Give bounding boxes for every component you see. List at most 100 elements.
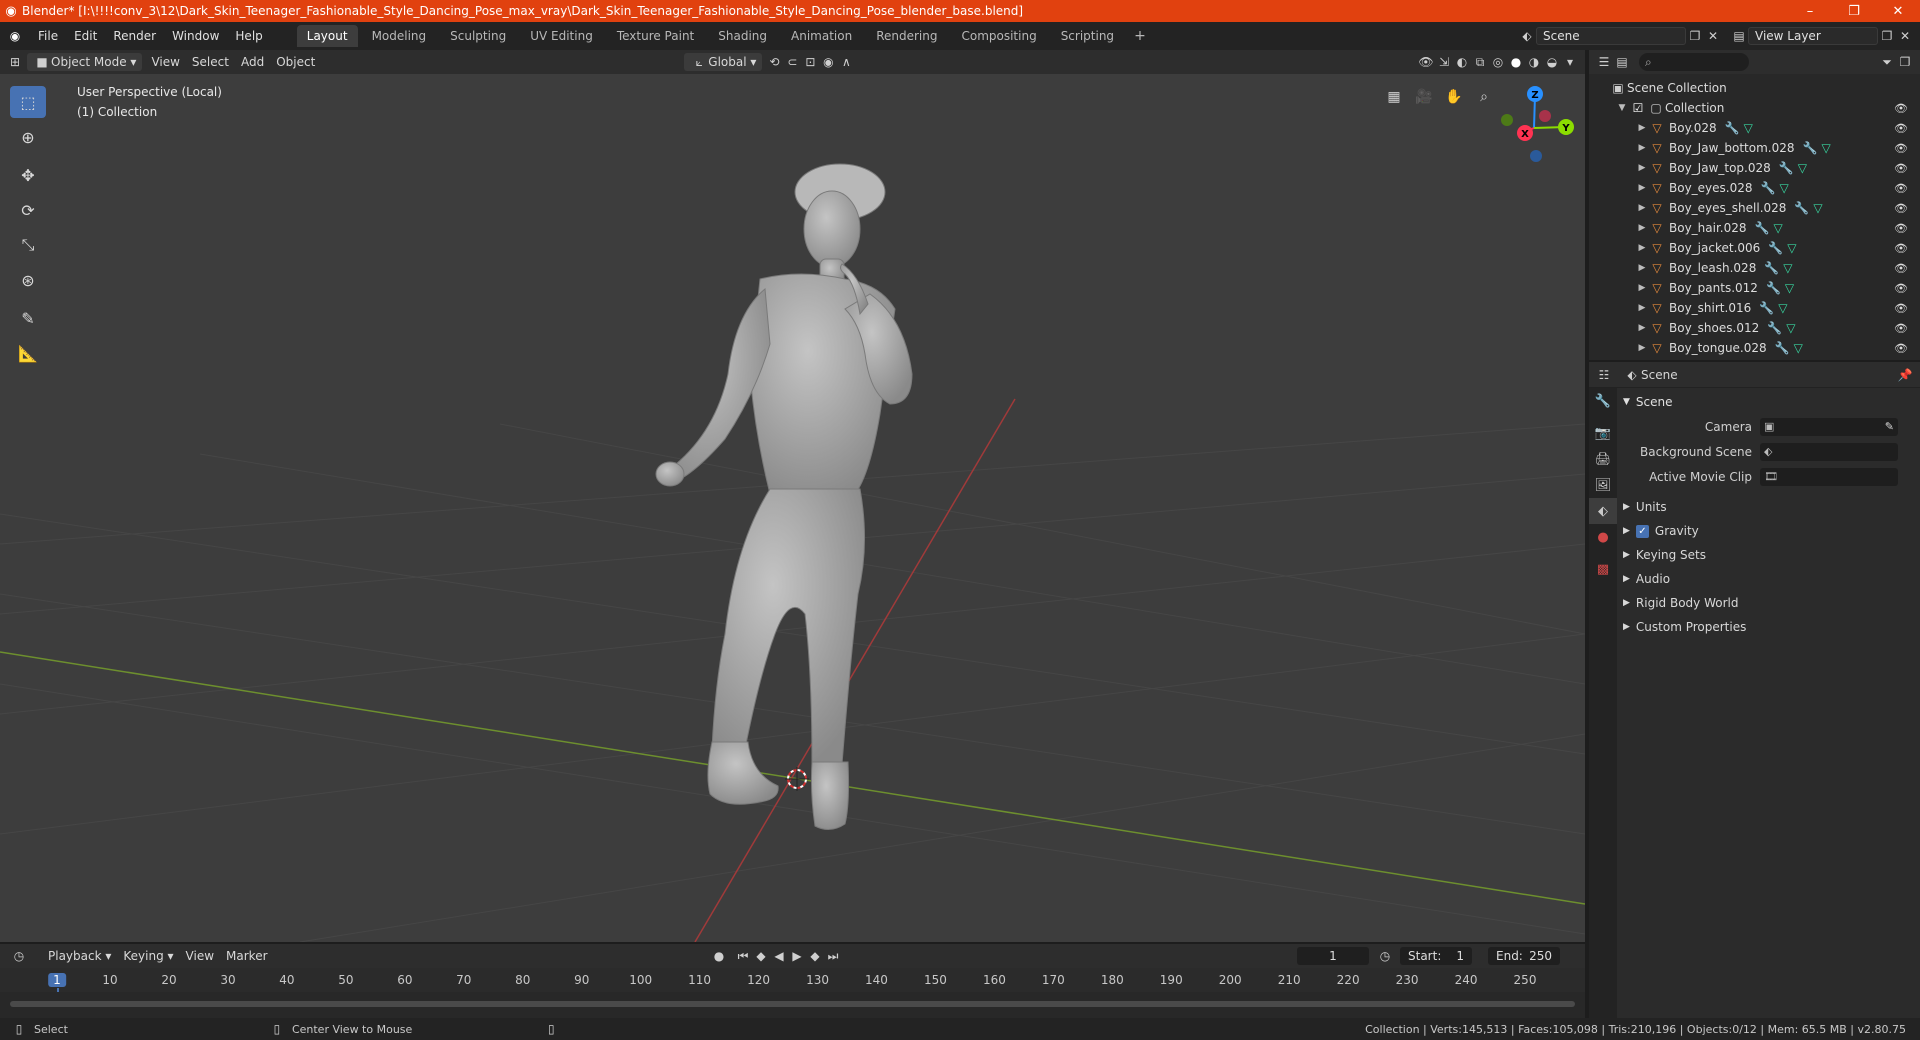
timeline-track[interactable]: [0, 992, 1585, 1018]
menu-help[interactable]: Help: [227, 29, 270, 43]
modifier-wrench-icon[interactable]: 🔧: [1768, 241, 1783, 255]
active-movie-clip-field[interactable]: 🎞: [1760, 467, 1898, 486]
menu-file[interactable]: File: [30, 29, 66, 43]
display-mode-icon[interactable]: ▤: [1613, 53, 1631, 71]
pin-icon[interactable]: 📌: [1896, 366, 1914, 384]
modifier-wrench-icon[interactable]: 🔧: [1775, 341, 1790, 355]
timeline-editor-type-icon[interactable]: ◷: [10, 947, 28, 965]
3d-viewport[interactable]: Z Y X User Perspective (Local) (1) Colle…: [0, 74, 1585, 942]
menu-render[interactable]: Render: [105, 29, 164, 43]
modifier-wrench-icon[interactable]: 🔧: [1766, 281, 1781, 295]
cursor-tool[interactable]: ⊕: [10, 121, 46, 153]
close-button[interactable]: ✕: [1876, 4, 1920, 19]
timeline-view-menu[interactable]: View: [180, 947, 220, 965]
camera-view-icon[interactable]: 🎥: [1412, 85, 1436, 109]
menu-window[interactable]: Window: [164, 29, 227, 43]
mode-selector[interactable]: ■ Object Mode ▾: [27, 53, 143, 71]
menu-add[interactable]: Add: [235, 53, 270, 71]
select-box-tool[interactable]: ⬚: [10, 86, 46, 118]
units-panel[interactable]: ▶ Units: [1617, 495, 1920, 519]
scene-selector[interactable]: Scene: [1536, 27, 1686, 45]
scale-tool[interactable]: ⤡: [10, 229, 46, 261]
pivot-point-icon[interactable]: ⟲: [765, 53, 783, 71]
scene-tab[interactable]: ⬖: [1589, 498, 1617, 524]
scene-panel-header[interactable]: ▼ Scene: [1617, 390, 1920, 414]
expand-triangle-icon[interactable]: ▶: [1635, 223, 1649, 233]
expand-triangle-icon[interactable]: ▶: [1635, 303, 1649, 313]
falloff-icon[interactable]: ∧: [837, 53, 855, 71]
annotate-tool[interactable]: ✎: [10, 302, 46, 334]
workspace-tab-uv-editing[interactable]: UV Editing: [520, 25, 603, 47]
editor-type-icon[interactable]: ⊞: [6, 53, 24, 71]
expand-triangle-icon[interactable]: ▶: [1635, 243, 1649, 253]
render-tab[interactable]: 📷: [1589, 420, 1617, 446]
workspace-tab-texture-paint[interactable]: Texture Paint: [607, 25, 704, 47]
shading-options-icon[interactable]: ▾: [1561, 53, 1579, 71]
workspace-tab-scripting[interactable]: Scripting: [1051, 25, 1124, 47]
mesh-data-icon[interactable]: ▽: [1821, 141, 1830, 155]
outliner-object-row[interactable]: ▶ ▽ Boy_eyes_shell.028 🔧 ▽ 👁: [1589, 198, 1920, 218]
overlay-toggle-icon[interactable]: ◐: [1453, 53, 1471, 71]
delete-scene-icon[interactable]: ✕: [1704, 27, 1722, 45]
gizmo-toggle-icon[interactable]: ⇲: [1435, 53, 1453, 71]
eye-icon[interactable]: 👁: [1894, 302, 1908, 315]
outliner-object-row[interactable]: ▶ ▽ Boy_eyes.028 🔧 ▽ 👁: [1589, 178, 1920, 198]
maximize-button[interactable]: ❐: [1832, 4, 1876, 19]
prev-keyframe-icon[interactable]: ◆: [752, 947, 770, 965]
gravity-panel[interactable]: ▶ ✓ Gravity: [1617, 519, 1920, 543]
play-reverse-icon[interactable]: ◀: [770, 947, 788, 965]
keying-menu[interactable]: Keying ▾: [117, 947, 179, 965]
eye-icon[interactable]: 👁: [1894, 242, 1908, 255]
add-workspace-button[interactable]: +: [1126, 28, 1154, 44]
mesh-data-icon[interactable]: ▽: [1785, 281, 1794, 295]
end-frame-field[interactable]: End: 250: [1488, 947, 1560, 965]
modifier-wrench-icon[interactable]: 🔧: [1794, 201, 1809, 215]
wireframe-shading-icon[interactable]: ◎: [1489, 53, 1507, 71]
minimize-button[interactable]: –: [1788, 4, 1832, 19]
expand-triangle-icon[interactable]: ▶: [1635, 263, 1649, 273]
rotate-tool[interactable]: ⟳: [10, 194, 46, 226]
modifier-wrench-icon[interactable]: 🔧: [1803, 141, 1818, 155]
expand-triangle-icon[interactable]: ▶: [1635, 123, 1649, 133]
expand-triangle-icon[interactable]: ▶: [1635, 143, 1649, 153]
eye-icon[interactable]: 👁: [1894, 222, 1908, 235]
eye-icon[interactable]: 👁: [1894, 202, 1908, 215]
timeline-scrollbar[interactable]: [10, 1001, 1575, 1007]
menu-edit[interactable]: Edit: [66, 29, 105, 43]
workspace-tab-layout[interactable]: Layout: [296, 25, 358, 47]
audio-panel[interactable]: ▶ Audio: [1617, 567, 1920, 591]
workspace-tab-sculpting[interactable]: Sculpting: [440, 25, 516, 47]
pan-hand-icon[interactable]: ✋: [1442, 85, 1466, 109]
outliner-object-row[interactable]: ▶ ▽ Boy.028 🔧 ▽ 👁: [1589, 118, 1920, 138]
custom-properties-panel[interactable]: ▶ Custom Properties: [1617, 615, 1920, 639]
eye-icon[interactable]: 👁: [1894, 282, 1908, 295]
mesh-data-icon[interactable]: ▽: [1813, 201, 1822, 215]
eye-icon[interactable]: 👁: [1894, 122, 1908, 135]
playback-menu[interactable]: Playback ▾: [42, 947, 117, 965]
record-icon[interactable]: ●: [710, 947, 728, 965]
workspace-tab-shading[interactable]: Shading: [708, 25, 777, 47]
eyedropper-icon[interactable]: ✎: [1885, 420, 1894, 433]
mesh-data-icon[interactable]: ▽: [1786, 321, 1795, 335]
eye-icon[interactable]: 👁: [1894, 102, 1908, 115]
workspace-tab-rendering[interactable]: Rendering: [866, 25, 947, 47]
mesh-data-icon[interactable]: ▽: [1778, 301, 1787, 315]
jump-end-icon[interactable]: ⏭: [824, 947, 842, 965]
modifier-wrench-icon[interactable]: 🔧: [1764, 261, 1779, 275]
view-layer-selector[interactable]: View Layer: [1748, 27, 1878, 45]
outliner-object-row[interactable]: ▶ ▽ Boy_Jaw_top.028 🔧 ▽ 👁: [1589, 158, 1920, 178]
eye-icon[interactable]: 👁: [1894, 162, 1908, 175]
texture-tab[interactable]: ▩: [1589, 556, 1617, 582]
eye-icon[interactable]: 👁: [1894, 322, 1908, 335]
modifier-wrench-icon[interactable]: 🔧: [1767, 321, 1782, 335]
mesh-data-icon[interactable]: ▽: [1794, 341, 1803, 355]
view-layer-tab[interactable]: 🖼: [1589, 472, 1617, 498]
outliner-collection[interactable]: ▼ ☑ ▢ Collection 👁: [1589, 98, 1920, 118]
outliner-object-row[interactable]: ▶ ▽ Boy_hair.028 🔧 ▽ 👁: [1589, 218, 1920, 238]
delete-view-layer-icon[interactable]: ✕: [1896, 27, 1914, 45]
expand-triangle-icon[interactable]: ▶: [1635, 343, 1649, 353]
modifier-wrench-icon[interactable]: 🔧: [1725, 121, 1740, 135]
modifier-wrench-icon[interactable]: 🔧: [1779, 161, 1794, 175]
workspace-tab-animation[interactable]: Animation: [781, 25, 862, 47]
outliner-object-row[interactable]: ▶ ▽ Boy_pants.012 🔧 ▽ 👁: [1589, 278, 1920, 298]
